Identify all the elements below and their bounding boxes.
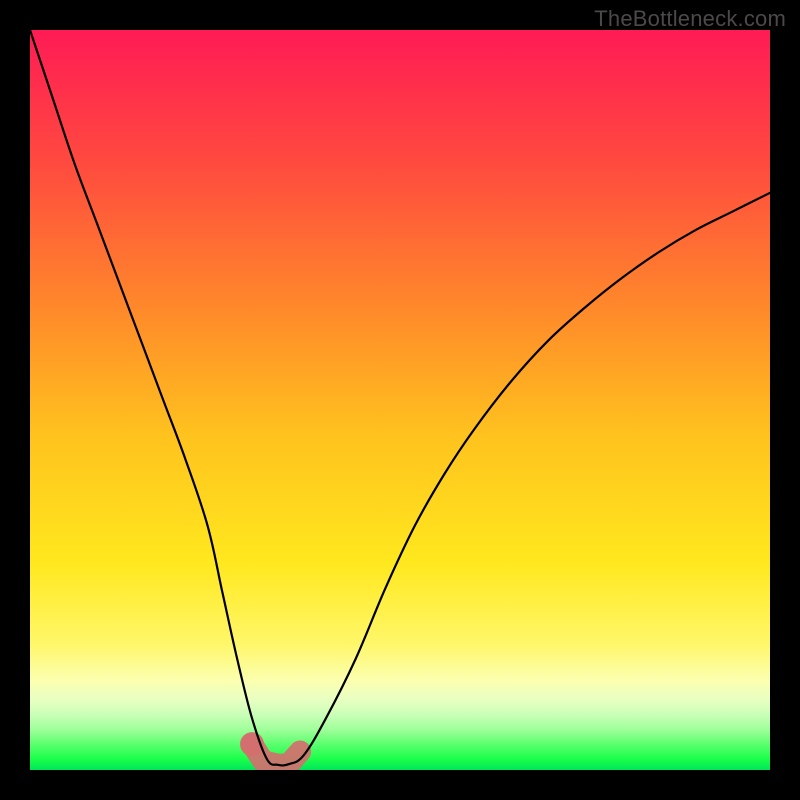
- bottleneck-curve: [30, 30, 770, 765]
- chart-root: TheBottleneck.com: [0, 0, 800, 800]
- watermark-label: TheBottleneck.com: [594, 6, 786, 32]
- curve-layer: [30, 30, 770, 770]
- plot-area: [30, 30, 770, 770]
